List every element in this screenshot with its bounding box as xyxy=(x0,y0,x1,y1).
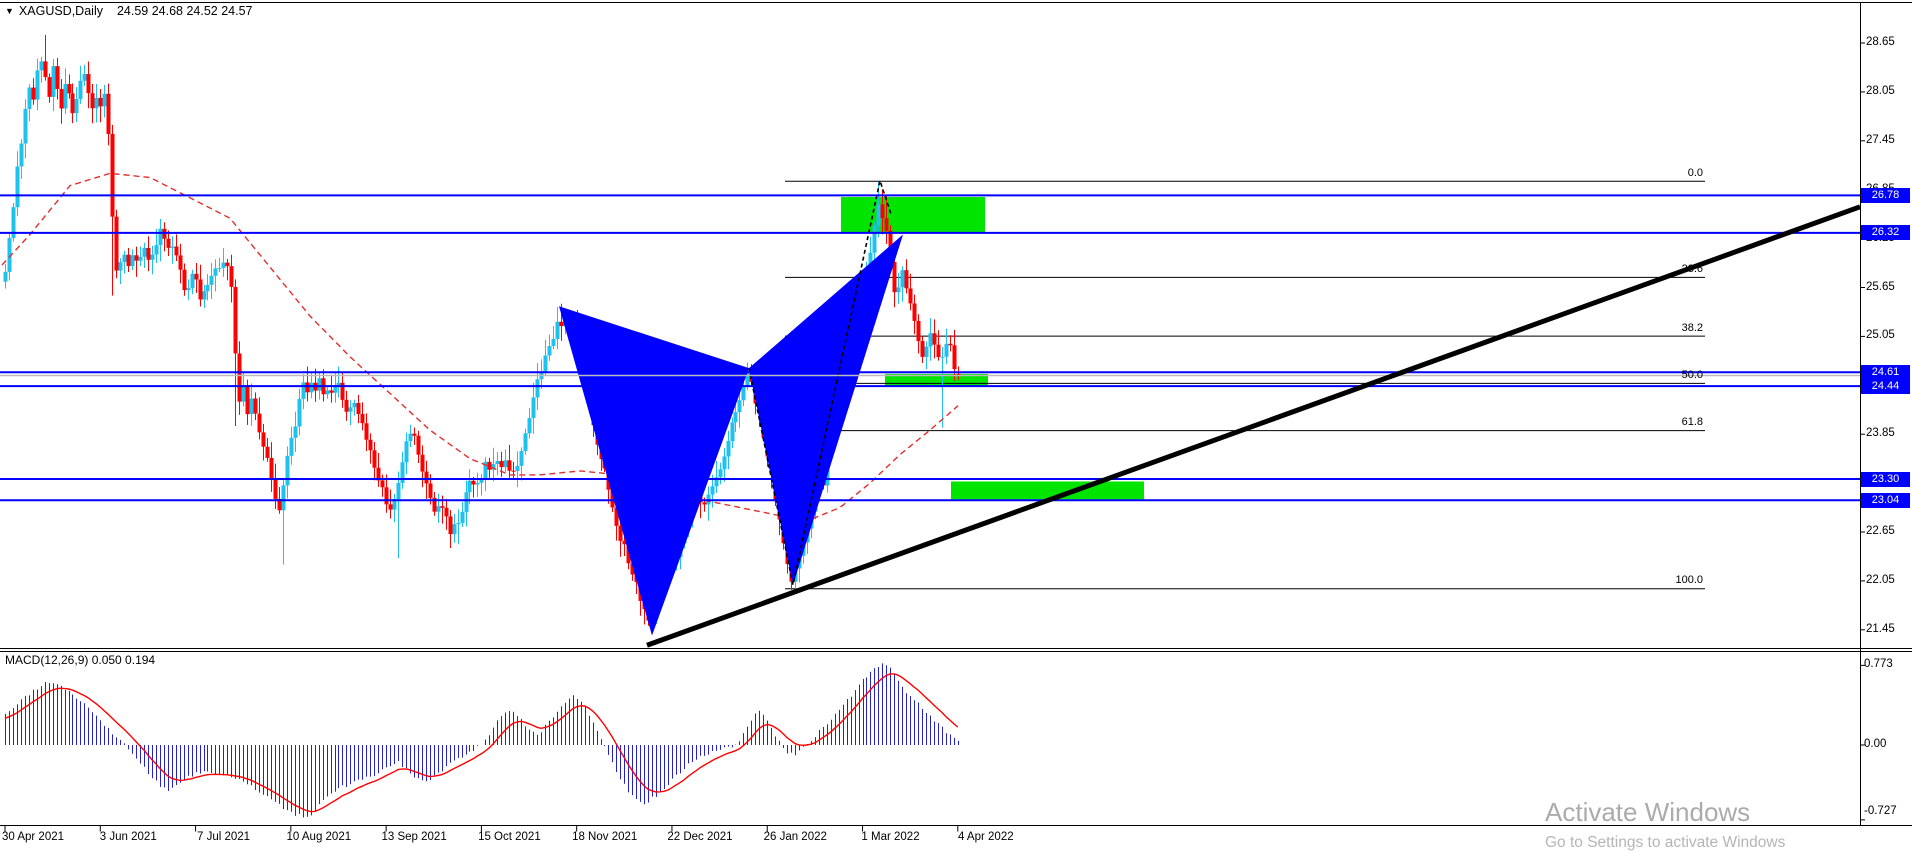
time-axis-label: 1 Mar 2022 xyxy=(861,831,920,843)
price-axis-tick: 28.65 xyxy=(1866,36,1895,48)
time-axis-label: 4 Apr 2022 xyxy=(957,831,1014,843)
fib-level-label: 50.0 xyxy=(1681,368,1703,381)
time-axis-label: 15 Oct 2021 xyxy=(478,831,541,843)
time-axis-label: 13 Sep 2021 xyxy=(381,831,447,843)
price-level-badge: 23.30 xyxy=(1861,471,1910,487)
time-axis-label: 3 Jun 2021 xyxy=(99,831,157,843)
watermark-line1: Activate Windows xyxy=(1545,797,1751,827)
price-level-badge: 26.32 xyxy=(1861,225,1910,241)
time-axis-label: 26 Jan 2022 xyxy=(763,831,827,843)
supply-demand-zone[interactable] xyxy=(841,197,985,233)
time-axis-label: 18 Nov 2021 xyxy=(572,831,638,843)
harmonic-pattern-triangle-bcd[interactable] xyxy=(749,234,903,585)
time-axis-label: 22 Dec 2021 xyxy=(667,831,733,843)
price-axis-tick: 28.05 xyxy=(1866,84,1895,97)
macd-histogram xyxy=(5,663,959,818)
macd-signal-line xyxy=(4,673,959,813)
watermark-line2: Go to Settings to activate Windows xyxy=(1545,834,1786,851)
price-axis-tick: 23.85 xyxy=(1866,427,1895,440)
fib-level-label: 0.0 xyxy=(1687,166,1703,179)
price-axis-tick: 25.65 xyxy=(1866,280,1895,293)
price-axis-tick: 27.45 xyxy=(1866,133,1895,146)
fib-level-label: 61.8 xyxy=(1681,416,1703,429)
price-axis-tick: 22.65 xyxy=(1866,525,1895,537)
price-axis-tick: 21.45 xyxy=(1866,622,1895,635)
supply-demand-zone[interactable] xyxy=(951,481,1144,500)
fib-level-label: 100.0 xyxy=(1675,574,1703,587)
time-axis-label: 10 Aug 2021 xyxy=(286,831,352,843)
price-axis-tick: 25.05 xyxy=(1866,329,1895,342)
time-axis-label: 30 Apr 2021 xyxy=(1,831,65,843)
activate-windows-watermark: Activate Windows Go to Settings to activ… xyxy=(1545,797,1785,852)
price-level-badge: 24.61 xyxy=(1861,364,1910,380)
ohlc-readout: 24.59 24.68 24.52 24.57 xyxy=(116,4,253,18)
fib-level-label: 23.6 xyxy=(1681,262,1703,275)
price-level-badge: 26.78 xyxy=(1861,187,1910,203)
mt4-chart-window: ▼ XAGUSD,Daily 24.59 24.68 24.52 24.57 MAC… xyxy=(0,0,1912,852)
price-level-badge: 24.44 xyxy=(1861,378,1910,394)
symbol-dropdown-icon[interactable]: ▼ xyxy=(5,6,14,16)
macd-indicator-label: MACD(12,26,9) 0.050 0.194 xyxy=(5,653,156,667)
macd-axis-tick: 0.00 xyxy=(1864,738,1887,750)
symbol-period-label: XAGUSD,Daily xyxy=(18,4,103,18)
price-level-badge: 23.04 xyxy=(1861,492,1910,508)
macd-axis-tick: 0.773 xyxy=(1864,658,1893,671)
price-axis-tick: 22.05 xyxy=(1866,573,1895,586)
time-axis-label: 7 Jul 2021 xyxy=(197,831,251,843)
fib-level-label: 38.2 xyxy=(1681,321,1703,334)
chart-canvas[interactable] xyxy=(0,0,1912,852)
macd-axis-tick: -0.727 xyxy=(1864,804,1897,817)
chart-title: ▼ XAGUSD,Daily 24.59 24.68 24.52 24.57 xyxy=(5,4,253,18)
